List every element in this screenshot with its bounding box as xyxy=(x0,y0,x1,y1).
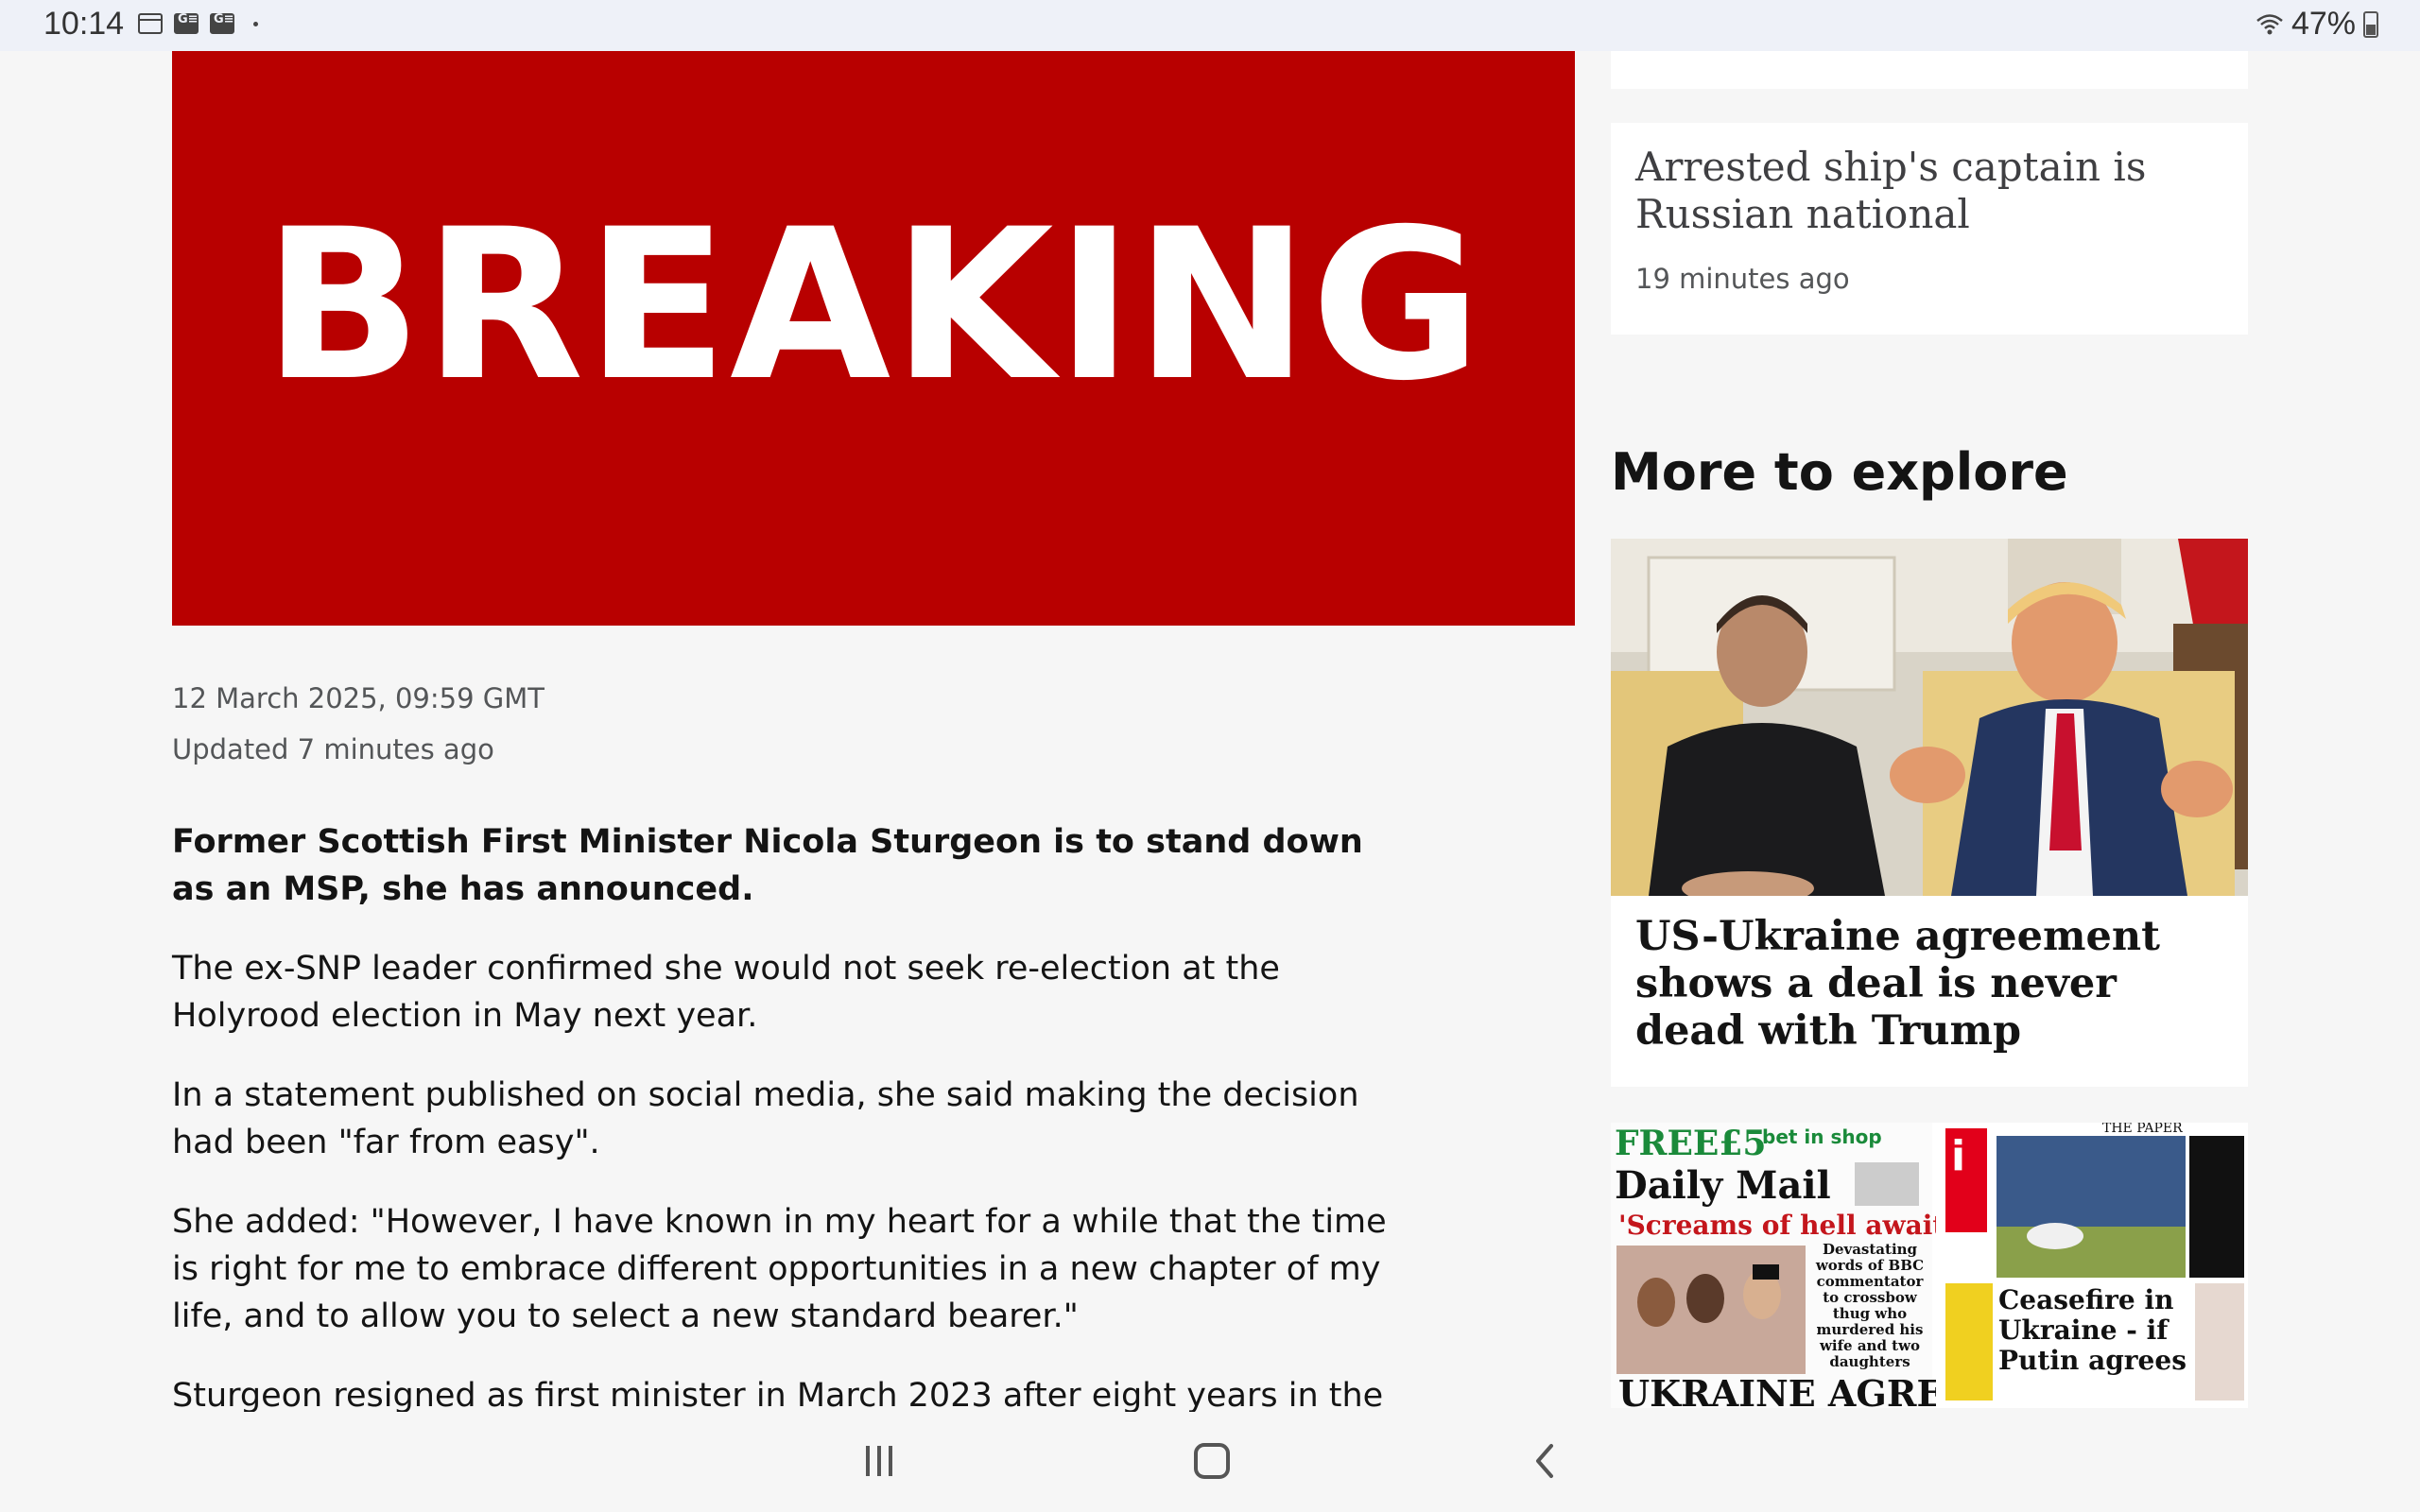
promo-title[interactable]: US-Ukraine agreement shows a deal is nev… xyxy=(1635,913,2231,1055)
i-masthead: THE PAPER xyxy=(2102,1123,2183,1136)
calendar-icon xyxy=(138,13,163,34)
breaking-hero-image: BREAKING xyxy=(172,51,1575,626)
article-date: 12 March 2025, 09:59 GMT xyxy=(172,682,544,714)
promo-card[interactable]: US-Ukraine agreement shows a deal is nev… xyxy=(1611,539,2248,1087)
g-news-icon xyxy=(174,12,199,34)
article-updated: Updated 7 minutes ago xyxy=(172,733,494,765)
dot-icon xyxy=(253,21,258,26)
dm-subhead: Devastating words of BBC commentator to … xyxy=(1815,1242,1925,1370)
back-button[interactable] xyxy=(1516,1433,1573,1489)
story-title[interactable]: Arrested ship's captain is Russian natio… xyxy=(1635,144,2221,238)
recents-button[interactable] xyxy=(851,1433,908,1489)
system-nav-bar xyxy=(0,1412,2420,1512)
newspaper-front-pages-image: FREE£5 bet in shop Daily Mail 'Screams o… xyxy=(1611,1123,2248,1408)
status-time: 10:14 xyxy=(43,6,125,42)
hero-text: BREAKING xyxy=(263,184,1484,426)
related-story-card[interactable]: Arrested ship's captain is Russian natio… xyxy=(1611,123,2248,335)
recents-icon xyxy=(866,1446,892,1476)
home-button[interactable] xyxy=(1184,1433,1240,1489)
i-logo: i xyxy=(1951,1132,1965,1180)
previous-card[interactable] xyxy=(1611,51,2248,89)
dm-masthead: Daily Mail xyxy=(1615,1163,1831,1208)
promo-image[interactable] xyxy=(1611,539,2248,896)
article-lead: Former Scottish First Minister Nicola St… xyxy=(172,823,1363,908)
article-paragraph: She added: "However, I have known in my … xyxy=(172,1203,1387,1335)
wifi-icon xyxy=(2256,13,2283,34)
story-timestamp: 19 minutes ago xyxy=(1635,263,1850,295)
g-news-icon xyxy=(210,12,234,34)
more-to-explore-heading: More to explore xyxy=(1611,442,2068,502)
home-icon xyxy=(1194,1443,1230,1479)
article-paragraph: The ex-SNP leader confirmed she would no… xyxy=(172,950,1280,1035)
article-paragraph: In a statement published on social media… xyxy=(172,1076,1359,1161)
article-body: Former Scottish First Minister Nicola St… xyxy=(172,818,1392,1499)
status-right: 47% xyxy=(2256,6,2378,43)
dm-free-text: FREE£5 xyxy=(1615,1124,1766,1163)
notification-icons xyxy=(138,12,258,34)
status-bar: 10:14 47% xyxy=(0,0,2420,51)
newspaper-review-card[interactable]: FREE£5 bet in shop Daily Mail 'Screams o… xyxy=(1611,1123,2248,1408)
back-icon xyxy=(1536,1444,1553,1478)
battery-percent: 47% xyxy=(2290,6,2356,42)
i-headline: Ceasefire in Ukraine - if Putin agrees xyxy=(1998,1285,2187,1376)
battery-icon xyxy=(2363,10,2378,38)
oval-office-photo xyxy=(1611,539,2248,896)
dm-bet-text: bet in shop xyxy=(1762,1125,1882,1148)
